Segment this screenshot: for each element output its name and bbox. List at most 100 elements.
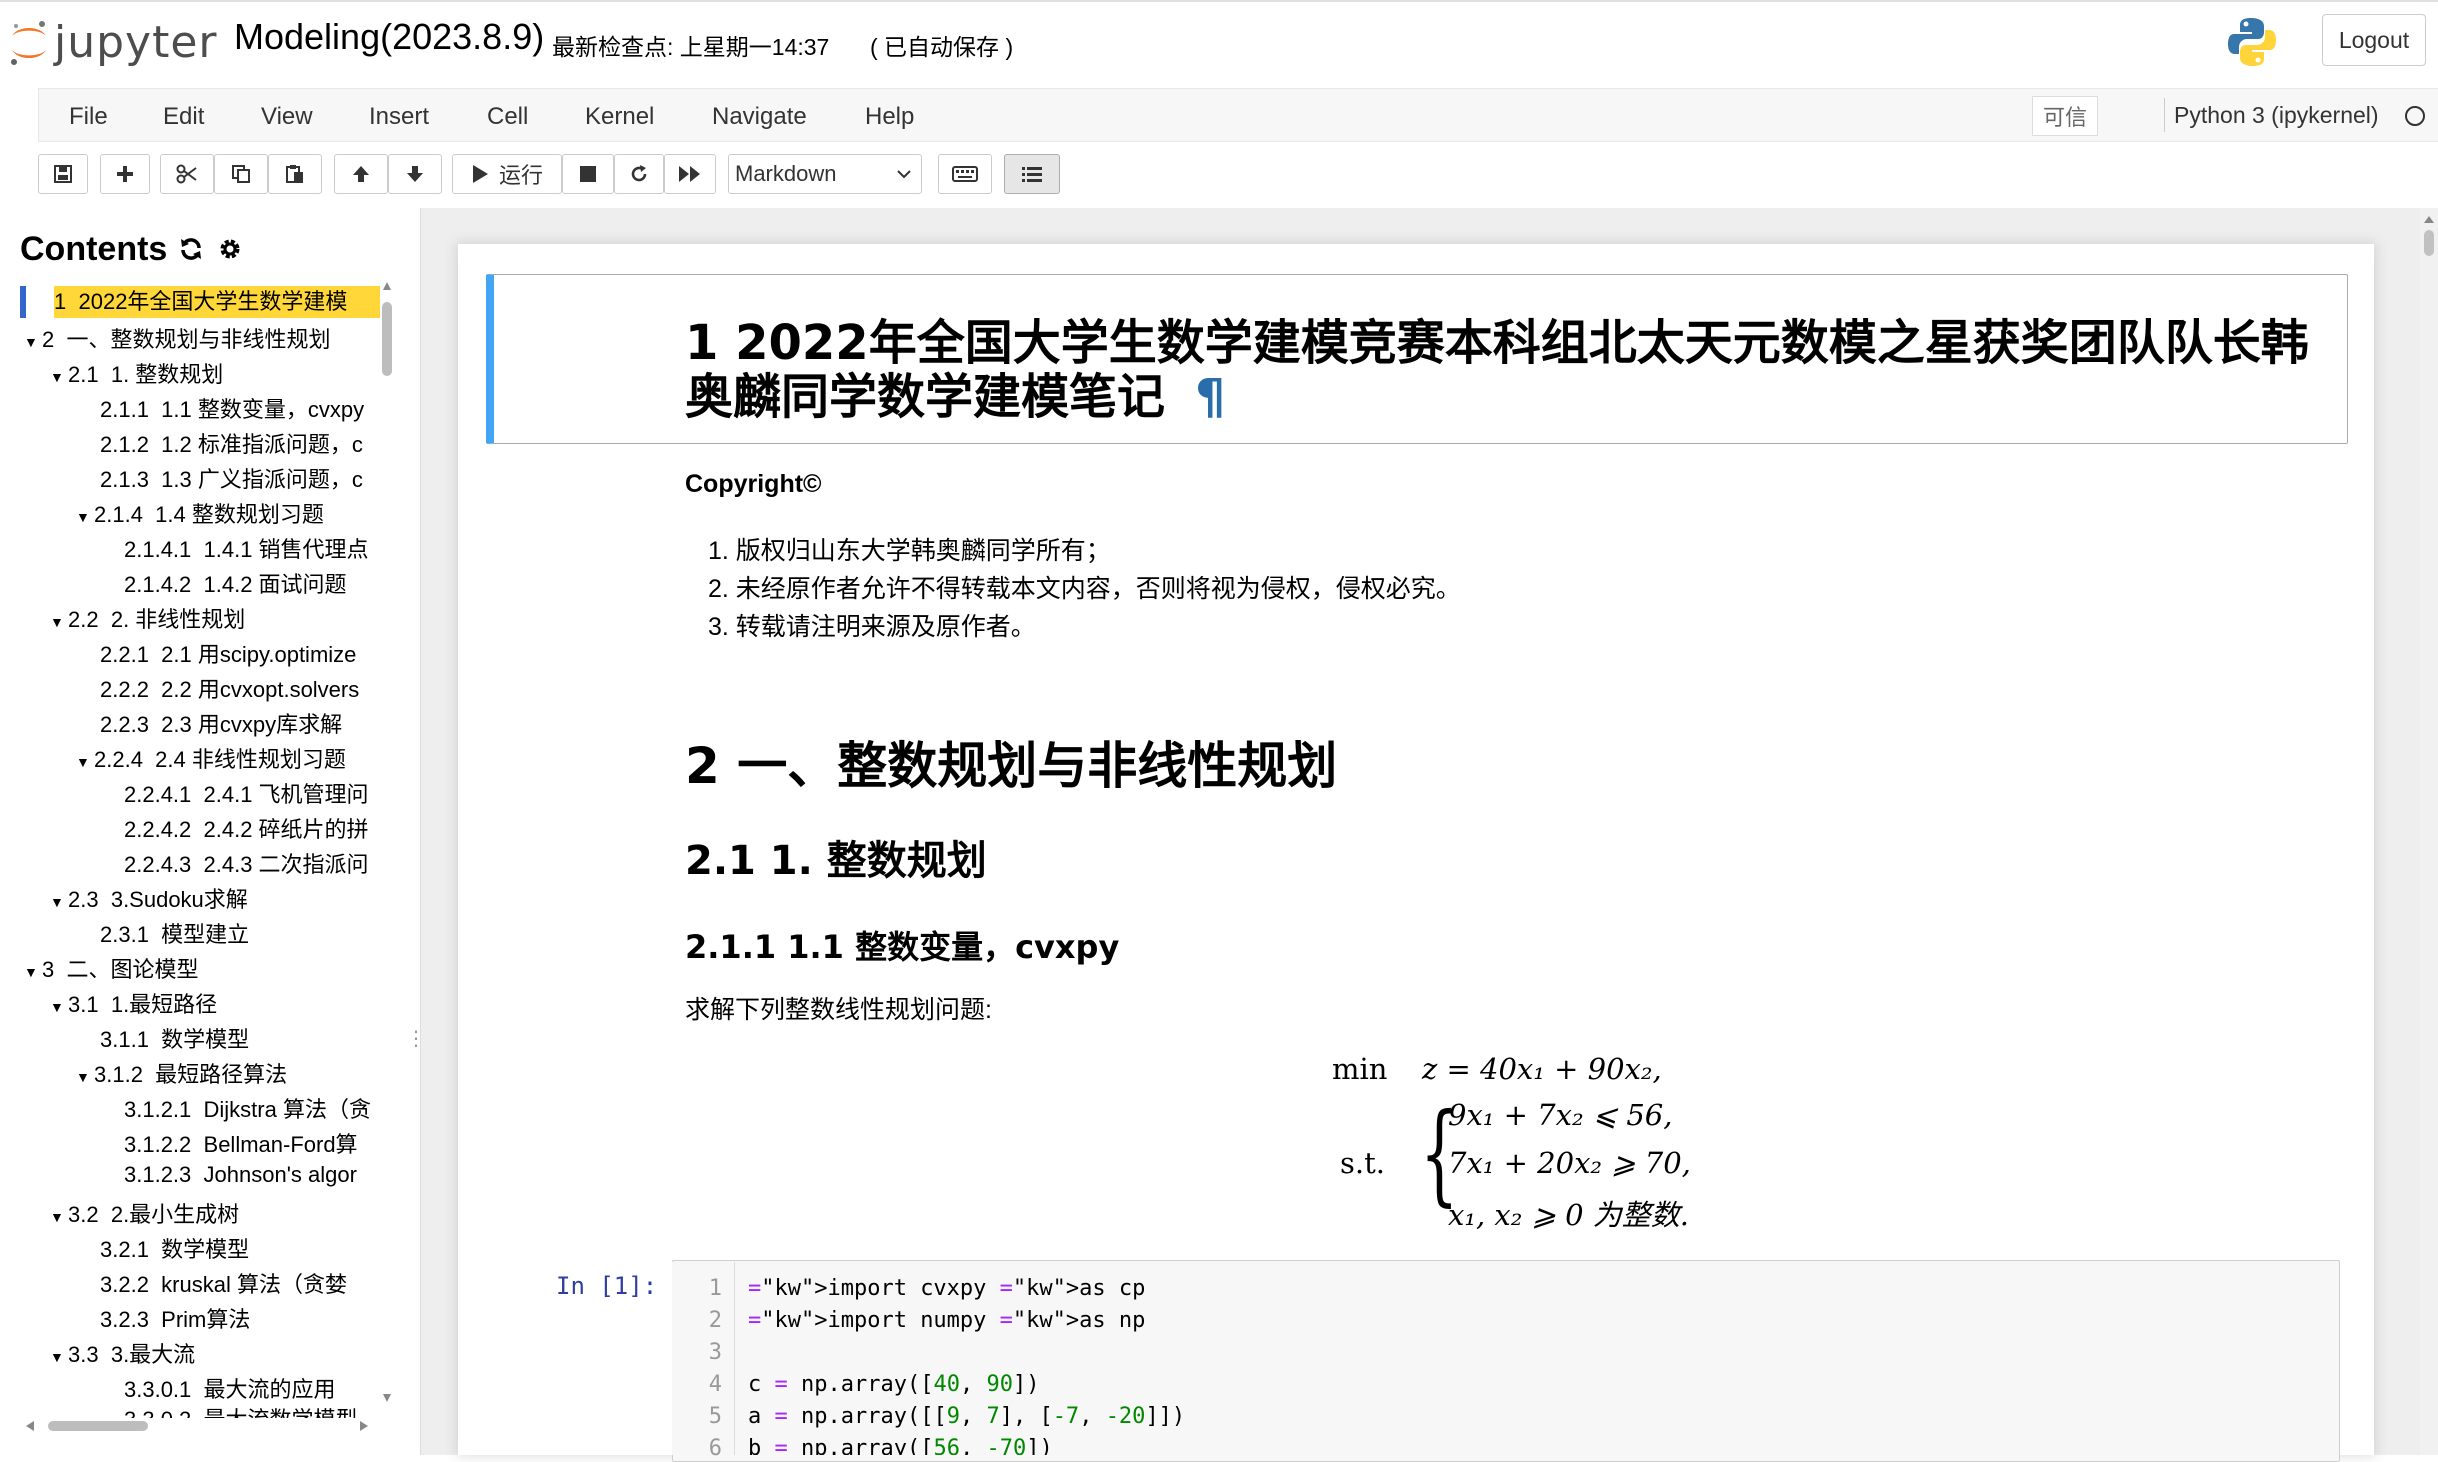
menu-help[interactable]: Help — [865, 103, 914, 131]
code-line[interactable]: c = np.array([40, 90]) — [748, 1372, 1039, 1397]
toc-item-2-1[interactable]: ▼ 2.1 1. 整数规划 — [50, 357, 223, 389]
heading-2-1-1: 2.1.1 1.1 整数变量，cvxpy — [685, 928, 1120, 966]
notebook-title[interactable]: Modeling(2023.8.9) — [234, 16, 544, 58]
toc-toggle-button[interactable] — [1004, 154, 1060, 194]
code-line[interactable]: ="kw">import cvxpy ="kw">as cp — [748, 1276, 1145, 1301]
toc-item-2-2-4[interactable]: ▼ 2.2.4 2.4 非线性规划习题 — [76, 742, 346, 774]
collapse-triangle-icon[interactable]: ▼ — [76, 509, 94, 525]
move-up-button[interactable] — [334, 154, 388, 194]
toc-item-3-2-1[interactable]: 3.2.1 数学模型 — [100, 1232, 249, 1264]
toc-item-2-2-4-3[interactable]: 2.2.4.3 2.4.3 二次指派问 — [124, 847, 369, 879]
scrollbar-thumb[interactable] — [2424, 230, 2434, 256]
play-icon — [472, 165, 488, 183]
insert-cell-button[interactable] — [100, 154, 150, 194]
restart-kernel-button[interactable] — [614, 154, 664, 194]
menu-file[interactable]: File — [69, 103, 108, 131]
toc-settings-gear-icon[interactable] — [217, 236, 243, 262]
toc-item-2-3[interactable]: ▼ 2.3 3.Sudoku求解 — [50, 882, 248, 914]
toc-refresh-icon[interactable] — [178, 236, 204, 262]
scroll-up-arrow-icon[interactable] — [2420, 212, 2438, 226]
code-line[interactable]: ="kw">import numpy ="kw">as np — [748, 1308, 1145, 1333]
toc-item-2-2[interactable]: ▼ 2.2 2. 非线性规划 — [50, 602, 245, 634]
collapse-triangle-icon[interactable]: ▼ — [76, 754, 94, 770]
paste-icon — [286, 165, 303, 183]
toc-item-2-1-3[interactable]: 2.1.3 1.3 广义指派问题，c — [100, 462, 363, 494]
list-item: 3. 转载请注明来源及原作者。 — [708, 613, 1036, 641]
page-vertical-scrollbar[interactable] — [2420, 208, 2438, 1455]
toc-item-2-1-4[interactable]: ▼ 2.1.4 1.4 整数规划习题 — [76, 497, 324, 529]
toc-item-3-3-0-2[interactable]: 3.3.0.2 最大流数学模型 — [124, 1402, 358, 1418]
toc-item-2-2-1[interactable]: 2.2.1 2.1 用scipy.optimize — [100, 637, 356, 669]
menu-kernel[interactable]: Kernel — [585, 103, 654, 131]
paste-button[interactable] — [268, 154, 322, 194]
toc-item-3-2-3[interactable]: 3.2.3 Prim算法 — [100, 1302, 250, 1334]
toc-horizontal-scrollbar[interactable] — [24, 1418, 374, 1434]
toc-item-3[interactable]: ▼ 3 二、图论模型 — [24, 952, 199, 984]
toc-item-3-2[interactable]: ▼ 3.2 2.最小生成树 — [50, 1197, 239, 1229]
input-prompt: In [1]: — [556, 1272, 658, 1300]
toc-item-3-1-1[interactable]: 3.1.1 数学模型 — [100, 1022, 249, 1054]
cell-type-select[interactable]: Markdown — [728, 154, 922, 194]
math-constraint-2: 7x₁ + 20x₂ ⩾ 70, — [1448, 1146, 1691, 1180]
menu-navigate[interactable]: Navigate — [712, 103, 807, 131]
menu-insert[interactable]: Insert — [369, 103, 429, 131]
copy-button[interactable] — [214, 154, 268, 194]
collapse-triangle-icon[interactable]: ▼ — [24, 964, 42, 980]
menu-view[interactable]: View — [261, 103, 313, 131]
kernel-name[interactable]: Python 3 (ipykernel) — [2174, 102, 2379, 129]
command-palette-button[interactable] — [938, 154, 992, 194]
toc-item-2-2-2[interactable]: 2.2.2 2.2 用cvxopt.solvers — [100, 672, 359, 704]
interrupt-kernel-button[interactable] — [562, 154, 614, 194]
toc-item-3-1-2-3[interactable]: 3.1.2.3 Johnson's algor — [124, 1162, 357, 1188]
toc-item-1[interactable]: 1 2022年全国大学生数学建模 — [54, 286, 380, 318]
arrow-down-icon — [407, 166, 423, 182]
collapse-triangle-icon[interactable]: ▼ — [50, 369, 68, 385]
toc-item-2-1-2[interactable]: 2.1.2 1.2 标准指派问题，c — [100, 427, 363, 459]
keyboard-icon — [952, 166, 978, 182]
heading-2: 2 一、整数规划与非线性规划 — [685, 737, 1338, 795]
code-line[interactable]: a = np.array([[9, 7], [-7, -20]]) — [748, 1404, 1185, 1429]
collapse-triangle-icon[interactable]: ▼ — [50, 1209, 68, 1225]
chevron-down-icon — [897, 170, 911, 179]
toc-item-2-1-1[interactable]: 2.1.1 1.1 整数变量，cvxpy — [100, 392, 364, 424]
toc-item-2-1-4-1[interactable]: 2.1.4.1 1.4.1 销售代理点 — [124, 532, 369, 564]
toc-item-2-1-4-2[interactable]: 2.1.4.2 1.4.2 面试问题 — [124, 567, 347, 599]
toc-list: 1 2022年全国大学生数学建模 ▼ 2 一、整数规划与非线性规划 ▼ 2.1 1.… — [0, 268, 380, 1418]
kernel-separator — [2164, 98, 2165, 132]
toc-item-2-2-4-2[interactable]: 2.2.4.2 2.4.2 碎纸片的拼 — [124, 812, 369, 844]
toc-item-3-1-2-2[interactable]: 3.1.2.2 Bellman-Ford算 — [124, 1127, 358, 1159]
collapse-triangle-icon[interactable]: ▼ — [50, 614, 68, 630]
move-down-button[interactable] — [388, 154, 442, 194]
toc-item-2-2-3[interactable]: 2.2.3 2.3 用cvxpy库求解 — [100, 707, 342, 739]
menu-edit[interactable]: Edit — [163, 103, 204, 131]
collapse-triangle-icon[interactable]: ▼ — [50, 1349, 68, 1365]
toc-item-2-2-4-1[interactable]: 2.2.4.1 2.4.1 飞机管理问 — [124, 777, 369, 809]
menu-cell[interactable]: Cell — [487, 103, 528, 131]
toc-item-3-2-2[interactable]: 3.2.2 kruskal 算法（贪婪 — [100, 1267, 347, 1299]
save-button[interactable] — [38, 154, 88, 194]
restart-run-all-button[interactable] — [664, 154, 716, 194]
jupyter-logo[interactable]: jupyter — [8, 14, 218, 70]
collapse-triangle-icon[interactable]: ▼ — [50, 894, 68, 910]
collapse-triangle-icon[interactable]: ▼ — [24, 334, 42, 350]
toc-item-3-1-2[interactable]: ▼ 3.1.2 最短路径算法 — [76, 1057, 287, 1089]
anchor-link[interactable]: ¶ — [1195, 369, 1226, 425]
collapse-triangle-icon[interactable]: ▼ — [76, 1069, 94, 1085]
collapse-triangle-icon[interactable]: ▼ — [50, 999, 68, 1015]
code-line[interactable]: b = np.array([56, -70]) — [748, 1436, 1053, 1455]
trusted-indicator[interactable]: 可信 — [2032, 96, 2098, 136]
copyright-label: Copyright© — [685, 470, 822, 498]
toc-vertical-scrollbar[interactable] — [380, 278, 394, 1408]
toc-item-2-3-1[interactable]: 2.3.1 模型建立 — [100, 917, 249, 949]
math-min-label: min — [1332, 1052, 1388, 1086]
line-number: 1 — [708, 1276, 722, 1301]
arrow-up-icon — [353, 166, 369, 182]
cut-button[interactable] — [160, 154, 214, 194]
toc-item-2[interactable]: ▼ 2 一、整数规划与非线性规划 — [24, 322, 331, 354]
logout-button[interactable]: Logout — [2322, 14, 2426, 66]
toc-item-3-3[interactable]: ▼ 3.3 3.最大流 — [50, 1337, 195, 1369]
run-button[interactable]: 运行 — [452, 154, 562, 194]
toc-item-3-1-2-1[interactable]: 3.1.2.1 Dijkstra 算法（贪 — [124, 1092, 371, 1124]
toc-item-3-3-0-1[interactable]: 3.3.0.1 最大流的应用 — [124, 1372, 336, 1404]
toc-item-3-1[interactable]: ▼ 3.1 1.最短路径 — [50, 987, 217, 1019]
